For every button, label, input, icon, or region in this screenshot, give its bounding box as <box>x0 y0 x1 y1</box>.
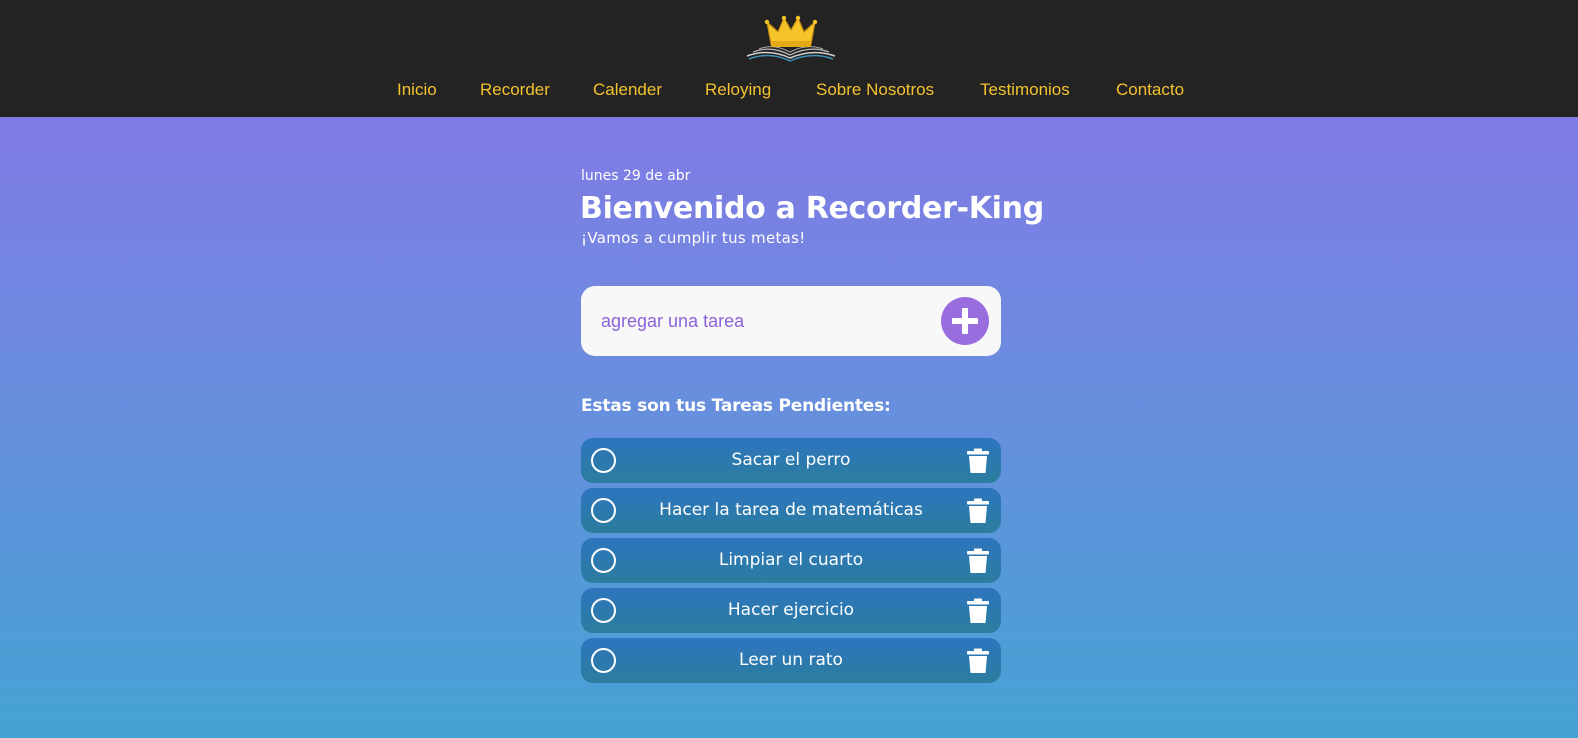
trash-icon[interactable] <box>966 448 990 474</box>
add-task-button[interactable] <box>941 297 989 345</box>
circle-icon[interactable] <box>591 648 616 673</box>
crown-book-logo-icon[interactable] <box>745 14 837 62</box>
circle-icon[interactable] <box>591 448 616 473</box>
current-date: lunes 29 de abr <box>581 168 691 184</box>
task-item: Leer un rato <box>581 638 1001 683</box>
trash-icon[interactable] <box>966 548 990 574</box>
task-label: Hacer la tarea de matemáticas <box>659 500 923 520</box>
trash-icon[interactable] <box>966 598 990 624</box>
nav-link-testimonios[interactable]: Testimonios <box>980 78 1070 102</box>
add-task-form <box>581 286 1001 356</box>
nav-link-reloying[interactable]: Reloying <box>705 78 771 102</box>
trash-icon[interactable] <box>966 498 990 524</box>
circle-icon[interactable] <box>591 498 616 523</box>
task-item: Sacar el perro <box>581 438 1001 483</box>
task-label: Sacar el perro <box>731 450 851 470</box>
task-label: Limpiar el cuarto <box>718 550 864 570</box>
nav-link-sobre-nosotros[interactable]: Sobre Nosotros <box>816 78 934 102</box>
task-item: Hacer ejercicio <box>581 588 1001 633</box>
task-list: Sacar el perro Hacer la tarea de matemát… <box>581 438 1001 688</box>
trash-icon[interactable] <box>966 648 990 674</box>
top-navbar: Inicio Recorder Calender Reloying Sobre … <box>0 0 1578 117</box>
page-subtitle: ¡Vamos a cumplir tus metas! <box>581 229 806 247</box>
task-label: Leer un rato <box>739 650 843 670</box>
nav-link-calender[interactable]: Calender <box>593 78 662 102</box>
circle-icon[interactable] <box>591 598 616 623</box>
plus-icon <box>952 308 978 334</box>
pending-tasks-heading: Estas son tus Tareas Pendientes: <box>581 396 891 416</box>
task-label: Hacer ejercicio <box>727 600 855 620</box>
add-task-input[interactable] <box>599 302 923 340</box>
task-item: Hacer la tarea de matemáticas <box>581 488 1001 533</box>
nav-link-contacto[interactable]: Contacto <box>1116 78 1184 102</box>
circle-icon[interactable] <box>591 548 616 573</box>
main-nav: Inicio Recorder Calender Reloying Sobre … <box>0 78 1578 104</box>
page-title: Bienvenido a Recorder-King <box>580 191 1044 226</box>
nav-link-recorder[interactable]: Recorder <box>480 78 550 102</box>
task-item: Limpiar el cuarto <box>581 538 1001 583</box>
nav-link-inicio[interactable]: Inicio <box>397 78 437 102</box>
